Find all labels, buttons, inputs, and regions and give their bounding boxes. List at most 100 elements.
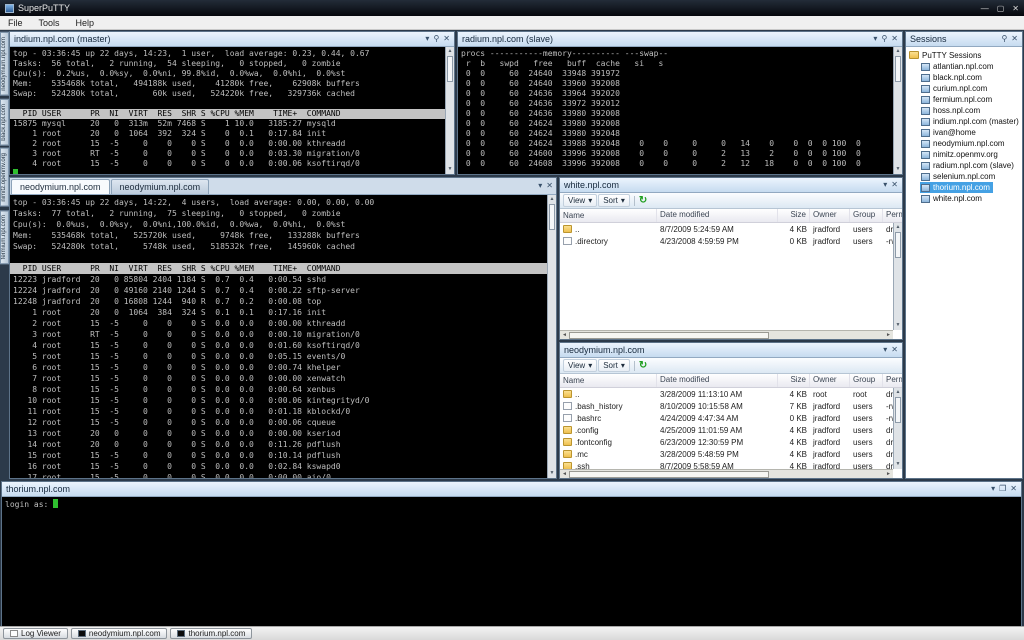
column-header-cell[interactable]: Permissions: [883, 209, 902, 222]
taskbar-button[interactable]: neodymium.npl.com: [71, 628, 168, 639]
taskbar-button[interactable]: Log Viewer: [3, 628, 68, 639]
session-item[interactable]: ivan@home: [920, 127, 979, 138]
scroll-up-icon[interactable]: ▲: [446, 47, 454, 56]
terminal-thorium[interactable]: login as:: [2, 497, 1021, 626]
column-header-cell[interactable]: Group: [850, 209, 883, 222]
close-icon[interactable]: ✕: [891, 346, 898, 354]
session-item[interactable]: thorium.npl.com: [920, 182, 993, 193]
column-header-cell[interactable]: Group: [850, 374, 883, 387]
scroll-thumb[interactable]: [895, 232, 901, 258]
menu-item[interactable]: Tools: [31, 17, 68, 29]
terminal-tab[interactable]: neodymium.npl.com: [11, 179, 110, 194]
file-row[interactable]: .bash_history 8/10/2009 10:15:58 AM 7 KB…: [560, 400, 893, 412]
scroll-down-icon[interactable]: ▼: [446, 165, 454, 174]
maximize-icon[interactable]: ▢: [997, 4, 1005, 13]
scroll-left-icon[interactable]: ◄: [560, 332, 569, 338]
close-icon[interactable]: ✕: [1012, 4, 1019, 13]
sessions-titlebar[interactable]: Sessions ⚲ ✕: [906, 32, 1022, 47]
view-button[interactable]: View ▾: [563, 194, 597, 207]
scroll-thumb[interactable]: [569, 332, 769, 339]
pin-icon[interactable]: ⚲: [433, 35, 439, 43]
session-item[interactable]: white.npl.com: [920, 193, 985, 204]
session-item[interactable]: black.npl.com: [920, 72, 985, 83]
refresh-icon[interactable]: ↻: [639, 195, 647, 206]
session-item[interactable]: curium.npl.com: [920, 83, 990, 94]
pane-titlebar[interactable]: indium.npl.com (master) ▾ ⚲ ✕: [10, 32, 454, 47]
column-header-cell[interactable]: Date modified: [657, 374, 778, 387]
restore-icon[interactable]: ❐: [999, 485, 1006, 493]
view-button[interactable]: View ▾: [563, 359, 597, 372]
session-item[interactable]: indium.npl.com (master): [920, 116, 1022, 127]
chevron-down-icon[interactable]: ▾: [425, 35, 429, 43]
horizontal-scrollbar[interactable]: ◄ ►: [560, 469, 893, 478]
vertical-scrollbar[interactable]: ▲ ▼: [445, 47, 454, 174]
chevron-down-icon[interactable]: ▾: [873, 35, 877, 43]
column-header-cell[interactable]: Date modified: [657, 209, 778, 222]
close-icon[interactable]: ✕: [891, 35, 898, 43]
collapsed-pane-tab[interactable]: nimitz.openmv.org: [0, 148, 9, 207]
taskbar-button[interactable]: thorium.npl.com: [170, 628, 252, 639]
close-icon[interactable]: ✕: [546, 182, 553, 190]
column-header-cell[interactable]: Owner: [810, 374, 850, 387]
pane-titlebar[interactable]: thorium.npl.com ▾ ❐ ✕: [2, 482, 1021, 497]
vertical-scrollbar[interactable]: ▲ ▼: [893, 223, 902, 330]
minimize-icon[interactable]: —: [981, 4, 989, 13]
column-header-cell[interactable]: Size: [778, 374, 810, 387]
scroll-up-icon[interactable]: ▲: [894, 47, 902, 56]
collapsed-pane-tab[interactable]: fermium.npl.com: [0, 210, 9, 264]
collapsed-pane-tab[interactable]: black.npl.com: [0, 99, 9, 146]
sessions-root-node[interactable]: PuTTY Sessions: [909, 49, 1022, 61]
terminal-neodymium[interactable]: top - 03:36:45 up 22 days, 14:22, 4 user…: [10, 195, 556, 478]
session-item[interactable]: atlantian.npl.com: [920, 61, 996, 72]
session-item[interactable]: hoss.npl.com: [920, 105, 983, 116]
scroll-up-icon[interactable]: ▲: [548, 195, 556, 204]
column-header-cell[interactable]: Size: [778, 209, 810, 222]
terminal-indium[interactable]: top - 03:36:45 up 22 days, 14:23, 1 user…: [10, 47, 454, 174]
file-row[interactable]: .config 4/25/2009 11:01:59 AM 4 KB jradf…: [560, 424, 893, 436]
scroll-up-icon[interactable]: ▲: [894, 388, 902, 397]
refresh-icon[interactable]: ↻: [639, 360, 647, 371]
scroll-thumb[interactable]: [895, 397, 901, 423]
scroll-thumb[interactable]: [549, 204, 555, 230]
column-header-cell[interactable]: Owner: [810, 209, 850, 222]
scroll-down-icon[interactable]: ▼: [894, 165, 902, 174]
column-header-cell[interactable]: Name: [560, 374, 657, 387]
chevron-down-icon[interactable]: ▾: [538, 182, 542, 190]
file-row[interactable]: .mc 3/28/2009 5:48:59 PM 4 KB jradford u…: [560, 448, 893, 460]
chevron-down-icon[interactable]: ▾: [991, 485, 995, 493]
scroll-down-icon[interactable]: ▼: [548, 469, 556, 478]
close-icon[interactable]: ✕: [443, 35, 450, 43]
session-item[interactable]: nimitz.openmv.org: [920, 149, 1001, 160]
menu-item[interactable]: File: [0, 17, 31, 29]
window-titlebar[interactable]: SuperPuTTY — ▢ ✕: [0, 0, 1024, 16]
file-row[interactable]: .. 8/7/2009 5:24:59 AM 4 KB jradford use…: [560, 223, 893, 235]
close-icon[interactable]: ✕: [1010, 485, 1017, 493]
scroll-thumb[interactable]: [569, 471, 769, 478]
pin-icon[interactable]: ⚲: [881, 35, 887, 43]
scroll-thumb[interactable]: [895, 56, 901, 82]
file-row[interactable]: .ssh 8/7/2009 5:58:59 AM 4 KB jradford u…: [560, 460, 893, 469]
pin-icon[interactable]: ⚲: [1001, 35, 1007, 43]
horizontal-scrollbar[interactable]: ◄ ►: [560, 330, 893, 339]
scroll-left-icon[interactable]: ◄: [560, 471, 569, 477]
scroll-up-icon[interactable]: ▲: [894, 223, 902, 232]
scroll-right-icon[interactable]: ►: [884, 332, 893, 338]
vertical-scrollbar[interactable]: ▲ ▼: [893, 388, 902, 469]
session-item[interactable]: neodymium.npl.com: [920, 138, 1008, 149]
chevron-down-icon[interactable]: ▾: [883, 346, 887, 354]
vertical-scrollbar[interactable]: ▲ ▼: [547, 195, 556, 478]
terminal-radium[interactable]: procs -----------memory---------- ---swa…: [458, 47, 902, 174]
pane-titlebar[interactable]: white.npl.com ▾ ✕: [560, 178, 902, 193]
close-icon[interactable]: ✕: [1011, 35, 1018, 43]
close-icon[interactable]: ✕: [891, 181, 898, 189]
scroll-thumb[interactable]: [447, 56, 453, 82]
sort-button[interactable]: Sort ▾: [598, 194, 630, 207]
session-item[interactable]: radium.npl.com (slave): [920, 160, 1017, 171]
vertical-scrollbar[interactable]: ▲ ▼: [893, 47, 902, 174]
session-item[interactable]: fermium.npl.com: [920, 94, 995, 105]
column-header-cell[interactable]: Name: [560, 209, 657, 222]
terminal-tab[interactable]: neodymium.npl.com: [111, 179, 210, 194]
collapsed-pane-tab[interactable]: neodymium.npl.com: [0, 32, 9, 96]
chevron-down-icon[interactable]: ▾: [883, 181, 887, 189]
file-row[interactable]: .. 3/28/2009 11:13:10 AM 4 KB root root …: [560, 388, 893, 400]
